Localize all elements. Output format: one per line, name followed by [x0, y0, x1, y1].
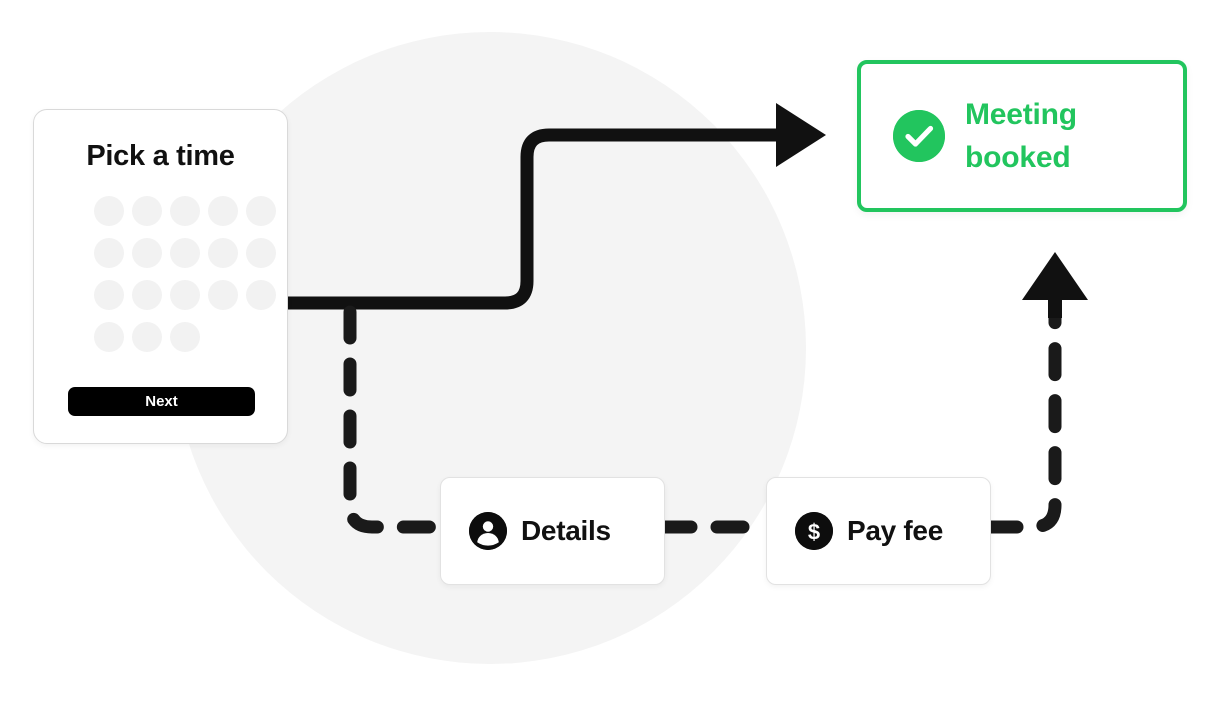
- meeting-booked-line1: Meeting: [965, 97, 1077, 131]
- time-slot-placeholder[interactable]: [208, 196, 238, 226]
- time-slot-placeholder[interactable]: [246, 280, 276, 310]
- connector-dashed-arrow-stem: [1048, 296, 1062, 318]
- time-slot-placeholder[interactable]: [170, 196, 200, 226]
- connector-solid-arrowhead: [776, 103, 826, 167]
- time-slot-placeholder[interactable]: [246, 196, 276, 226]
- time-slot-placeholder[interactable]: [94, 280, 124, 310]
- time-slot-placeholder[interactable]: [132, 238, 162, 268]
- meeting-booked-line2: booked: [965, 141, 1071, 174]
- time-slot-placeholder[interactable]: [208, 280, 238, 310]
- dollar-icon: $: [795, 512, 833, 550]
- step-details[interactable]: Details: [440, 477, 665, 585]
- time-slot-placeholder[interactable]: [170, 280, 200, 310]
- time-slot-placeholder[interactable]: [246, 238, 276, 268]
- next-button[interactable]: Next: [68, 387, 255, 416]
- time-slot-placeholder[interactable]: [208, 238, 238, 268]
- diagram-canvas: Pick a time Next Details $ Pay fee Meeti…: [0, 0, 1224, 704]
- meeting-booked-card: Meeting booked: [857, 60, 1187, 212]
- time-slot-grid: [94, 196, 294, 352]
- meeting-booked-label: Meeting booked: [965, 93, 1077, 180]
- step-pay-fee[interactable]: $ Pay fee: [766, 477, 991, 585]
- time-slot-placeholder[interactable]: [170, 238, 200, 268]
- time-slot-placeholder[interactable]: [170, 322, 200, 352]
- connector-dashed-up: [984, 303, 1062, 534]
- pick-a-time-card: Pick a time Next: [33, 109, 288, 444]
- connector-dashed-arrowhead: [1022, 252, 1088, 300]
- user-icon: [469, 512, 507, 550]
- svg-text:$: $: [808, 520, 820, 545]
- time-slot-placeholder[interactable]: [94, 196, 124, 226]
- time-slot-placeholder[interactable]: [132, 196, 162, 226]
- check-circle-icon: [893, 110, 945, 162]
- step-pay-fee-label: Pay fee: [847, 515, 943, 546]
- pick-a-time-title: Pick a time: [86, 140, 235, 172]
- time-slot-placeholder[interactable]: [132, 280, 162, 310]
- time-slot-placeholder[interactable]: [132, 322, 162, 352]
- time-slot-placeholder[interactable]: [94, 238, 124, 268]
- step-details-label: Details: [521, 515, 611, 546]
- time-slot-placeholder[interactable]: [94, 322, 124, 352]
